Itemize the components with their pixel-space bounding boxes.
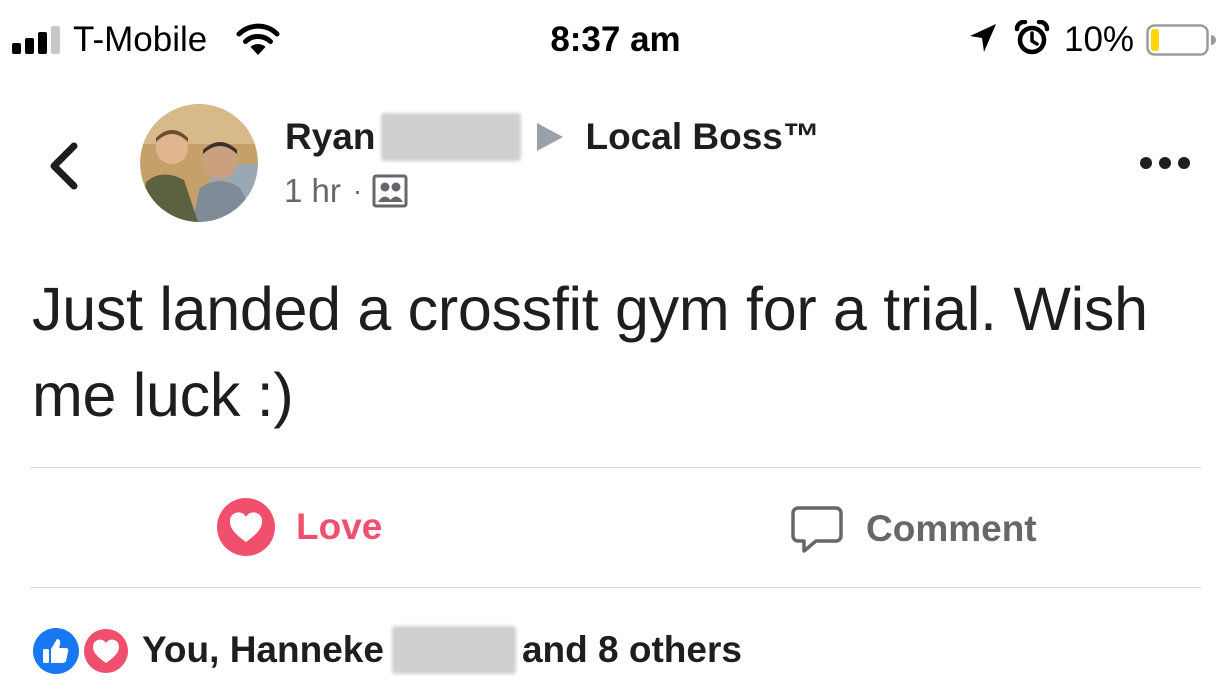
redacted-reactor-surname xyxy=(391,626,516,674)
love-button[interactable]: Love xyxy=(216,496,382,558)
more-options-icon[interactable] xyxy=(1138,152,1192,174)
reactions-summary[interactable]: You, Hanneke and 8 others xyxy=(32,622,742,678)
heart-reaction-icon xyxy=(217,498,275,556)
post-text: Just landed a crossfit gym for a trial. … xyxy=(32,275,1148,429)
comment-button-label: Comment xyxy=(866,508,1037,549)
battery-low-icon xyxy=(1146,24,1216,56)
location-arrow-icon xyxy=(970,24,996,52)
post-meta: 1 hr · xyxy=(284,172,408,210)
author-name[interactable]: Ryan xyxy=(285,116,375,158)
love-button-label: Love xyxy=(296,506,383,547)
group-members-icon xyxy=(372,174,408,208)
comment-button[interactable]: Comment xyxy=(790,500,1037,558)
shared-to-arrow-icon xyxy=(537,123,564,151)
alarm-clock-icon xyxy=(1014,20,1050,55)
reaction-icons xyxy=(32,625,131,676)
status-bar: T-Mobile 8:37 am 10% xyxy=(0,0,1231,80)
reactor-names: You, Hanneke xyxy=(142,629,384,670)
back-chevron-icon[interactable] xyxy=(44,138,84,194)
author-avatar[interactable] xyxy=(140,104,258,222)
divider-top xyxy=(30,467,1201,468)
post-timestamp[interactable]: 1 hr xyxy=(284,172,341,210)
divider-bottom xyxy=(30,587,1201,588)
heart-badge-icon xyxy=(81,626,131,676)
group-name-link[interactable]: Local Boss™ xyxy=(585,116,819,158)
redacted-surname xyxy=(381,113,522,161)
post-author-line: Ryan Local Boss™ xyxy=(285,112,820,162)
reactor-count: and 8 others xyxy=(521,629,742,670)
battery-percentage: 10% xyxy=(1064,20,1135,59)
comment-bubble-icon xyxy=(791,506,843,553)
meta-separator: · xyxy=(352,175,363,206)
thumbs-up-icon xyxy=(33,628,79,674)
